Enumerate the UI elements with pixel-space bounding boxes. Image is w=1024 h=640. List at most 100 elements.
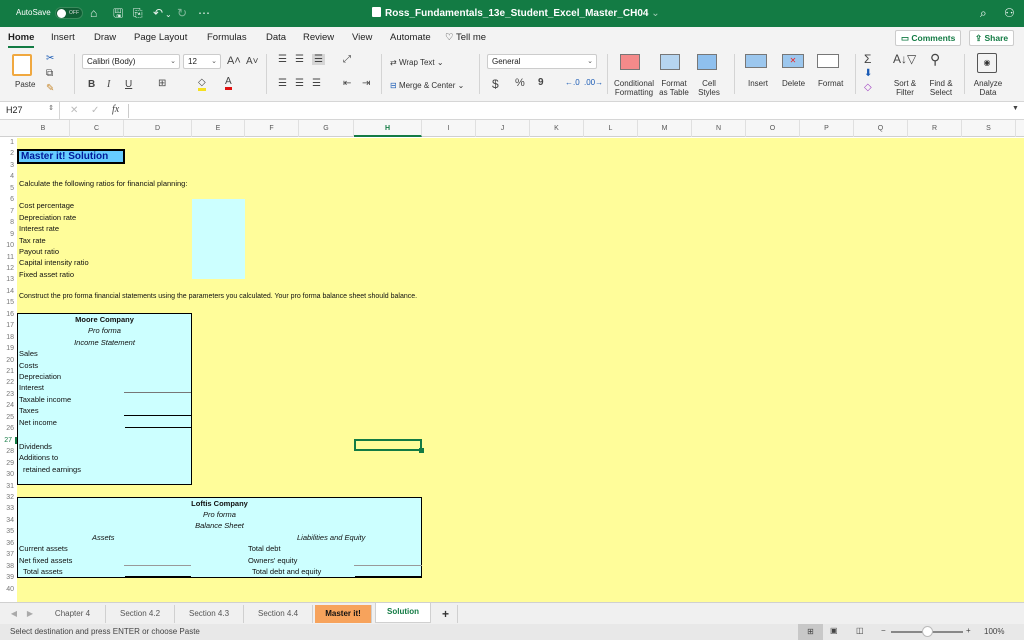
row-header-36[interactable]: 36 — [0, 540, 14, 547]
search-icon[interactable]: ⌕ — [980, 6, 987, 21]
tab-view[interactable]: View — [352, 32, 372, 43]
column-header-e[interactable]: E — [192, 120, 245, 137]
select-all-button[interactable] — [0, 120, 17, 137]
share-people-icon[interactable]: ⚇ — [1004, 6, 1015, 20]
sort-filter-button[interactable]: Sort & Filter — [890, 79, 920, 97]
enter-icon[interactable]: ✓ — [91, 105, 99, 116]
column-header-j[interactable]: J — [476, 120, 530, 137]
tab-automate[interactable]: Automate — [390, 32, 431, 43]
paste-icon[interactable] — [12, 54, 32, 76]
conditional-formatting-icon[interactable] — [620, 54, 640, 70]
number-format-select[interactable]: General ⌄ — [487, 54, 597, 69]
increase-indent-icon[interactable]: ⇥ — [362, 78, 370, 89]
row-header-34[interactable]: 34 — [0, 517, 14, 524]
column-header-s[interactable]: S — [962, 120, 1016, 137]
row-header-4[interactable]: 4 — [0, 173, 14, 180]
ratio-input-area[interactable] — [192, 199, 245, 279]
save-as-icon[interactable]: ⎘ — [133, 6, 143, 20]
column-header-b[interactable]: B — [17, 120, 70, 137]
row-header-2[interactable]: 2 — [0, 150, 14, 157]
share-button[interactable]: ⇪ Share — [969, 30, 1015, 46]
decrease-decimal-icon[interactable]: .00→ — [584, 78, 603, 87]
row-header-31[interactable]: 31 — [0, 483, 14, 490]
format-button[interactable]: Format — [818, 79, 843, 88]
comma-button[interactable]: 9 — [538, 77, 544, 88]
next-sheet-icon[interactable]: ▶ — [24, 605, 36, 623]
autosum-icon[interactable]: Σ — [864, 52, 871, 66]
sheet-tab-section-4-3[interactable]: Section 4.3 — [175, 605, 244, 623]
home-icon[interactable]: ⌂ — [90, 6, 97, 20]
sheet-tab-solution[interactable]: Solution — [375, 603, 431, 623]
sheet-tab-master-it[interactable]: Master it! — [315, 605, 372, 623]
column-header-d[interactable]: D — [124, 120, 192, 137]
row-header-40[interactable]: 40 — [0, 586, 14, 593]
merge-center-button[interactable]: ⊟ Merge & Center ⌄ — [390, 81, 464, 90]
decrease-font-icon[interactable]: A˅ — [246, 56, 259, 67]
column-header-c[interactable]: C — [70, 120, 124, 137]
normal-view-icon[interactable]: ⊞ — [798, 624, 823, 640]
column-header-i[interactable]: I — [422, 120, 476, 137]
undo-dropdown-icon[interactable]: ⌄ — [165, 8, 172, 22]
row-header-15[interactable]: 15 — [0, 299, 14, 306]
tab-insert[interactable]: Insert — [51, 32, 75, 43]
row-header-25[interactable]: 25 — [0, 414, 14, 421]
row-header-24[interactable]: 24 — [0, 402, 14, 409]
row-header-1[interactable]: 1 — [0, 139, 14, 146]
insert-cells-icon[interactable] — [745, 54, 767, 68]
column-header-r[interactable]: R — [908, 120, 962, 137]
row-header-26[interactable]: 26 — [0, 425, 14, 432]
align-center-icon[interactable]: ☰ — [295, 78, 304, 89]
tab-data[interactable]: Data — [266, 32, 286, 43]
borders-icon[interactable]: ⊞ — [158, 78, 166, 89]
fill-color-icon[interactable]: ◇ — [198, 77, 206, 91]
row-header-17[interactable]: 17 — [0, 322, 14, 329]
bold-button[interactable]: B — [88, 79, 95, 90]
add-sheet-button[interactable]: + — [434, 605, 458, 623]
increase-decimal-icon[interactable]: ←.0 — [565, 78, 580, 87]
zoom-slider-handle[interactable] — [922, 626, 933, 637]
paste-button[interactable]: Paste — [15, 80, 35, 89]
prev-sheet-icon[interactable]: ◀ — [8, 605, 20, 623]
decrease-indent-icon[interactable]: ⇤ — [343, 78, 351, 89]
column-header-p[interactable]: P — [800, 120, 854, 137]
row-header-19[interactable]: 19 — [0, 345, 14, 352]
orientation-icon[interactable]: ⤢ — [343, 54, 351, 65]
row-header-11[interactable]: 11 — [0, 254, 14, 261]
row-header-23[interactable]: 23 — [0, 391, 14, 398]
zoom-in-button[interactable]: + — [966, 626, 971, 635]
row-header-27[interactable]: 27 — [0, 436, 17, 444]
document-title[interactable]: Ross_Fundamentals_13e_Student_Excel_Mast… — [372, 7, 660, 19]
row-header-5[interactable]: 5 — [0, 185, 14, 192]
font-name-select[interactable]: Calibri (Body) ⌄ — [82, 54, 180, 69]
column-header-o[interactable]: O — [746, 120, 800, 137]
row-header-9[interactable]: 9 — [0, 231, 14, 238]
row-header-38[interactable]: 38 — [0, 563, 14, 570]
row-header-6[interactable]: 6 — [0, 196, 14, 203]
column-header-n[interactable]: N — [692, 120, 746, 137]
find-icon[interactable]: ⚲ — [930, 51, 940, 68]
expand-formula-icon[interactable]: ▼ — [1012, 105, 1019, 112]
comments-button[interactable]: ▭ Comments — [895, 30, 962, 46]
delete-button[interactable]: Delete — [782, 79, 805, 88]
row-header-8[interactable]: 8 — [0, 219, 14, 226]
row-header-21[interactable]: 21 — [0, 368, 14, 375]
row-header-32[interactable]: 32 — [0, 494, 14, 501]
tab-draw[interactable]: Draw — [94, 32, 116, 43]
align-left-icon[interactable]: ☰ — [278, 78, 287, 89]
format-painter-icon[interactable]: ✎ — [46, 83, 54, 94]
conditional-formatting-button[interactable]: Conditional Formatting — [613, 79, 655, 97]
tab-page-layout[interactable]: Page Layout — [134, 32, 187, 43]
copy-icon[interactable]: ⧉ — [46, 68, 53, 79]
row-header-35[interactable]: 35 — [0, 528, 14, 535]
align-bottom-icon[interactable]: ☰ — [312, 54, 325, 65]
sheet-tab-section-4-2[interactable]: Section 4.2 — [106, 605, 175, 623]
italic-button[interactable]: I — [107, 79, 110, 90]
redo-icon[interactable]: ↻ — [177, 6, 187, 20]
column-header-q[interactable]: Q — [854, 120, 908, 137]
font-size-select[interactable]: 12 ⌄ — [183, 54, 221, 69]
font-color-icon[interactable]: A — [225, 76, 232, 90]
format-cells-icon[interactable] — [817, 54, 839, 68]
row-header-16[interactable]: 16 — [0, 311, 14, 318]
tab-formulas[interactable]: Formulas — [207, 32, 247, 43]
cancel-icon[interactable]: ✕ — [70, 105, 78, 116]
